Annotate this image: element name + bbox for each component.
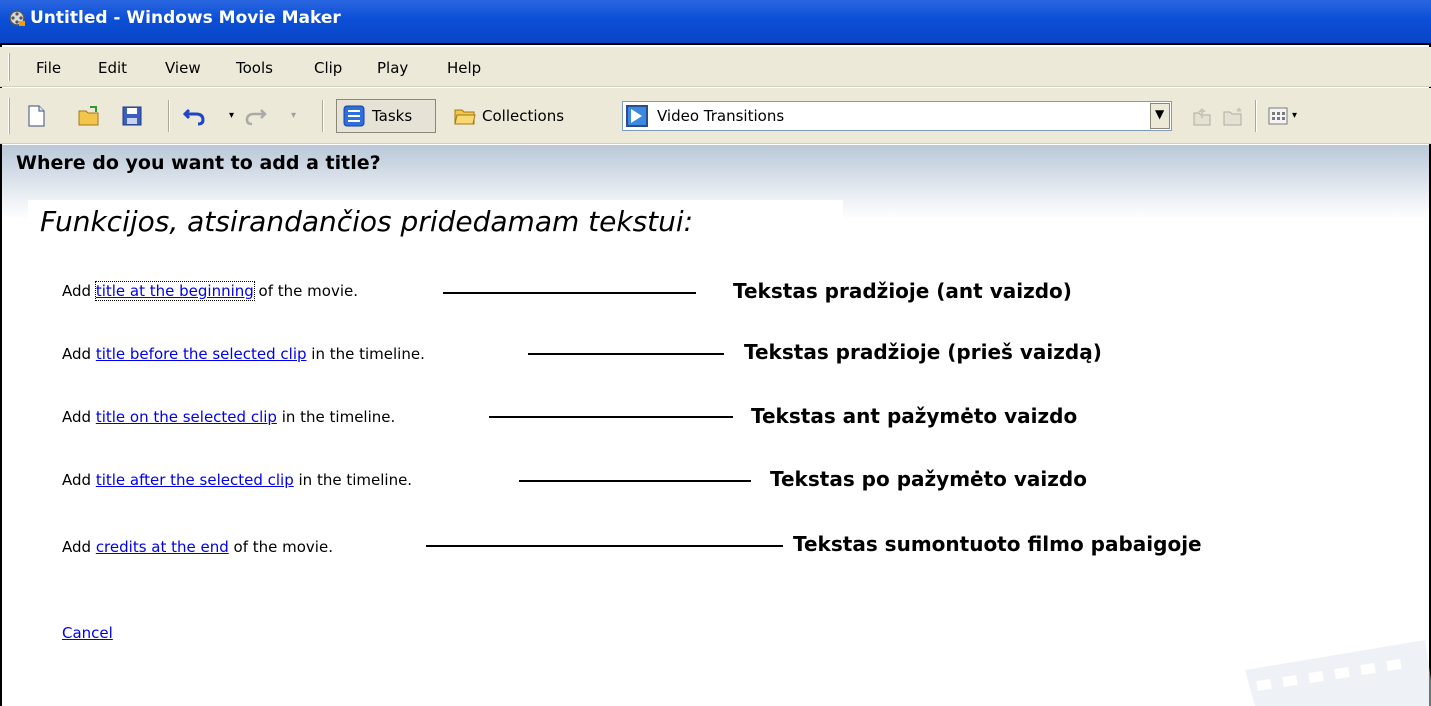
menu-file[interactable]: File: [36, 59, 61, 77]
undo-dropdown-icon[interactable]: ▾: [229, 110, 234, 121]
combo-dropdown-button[interactable]: ▼: [1150, 103, 1170, 129]
views-dropdown-icon[interactable]: ▾: [1292, 110, 1297, 121]
option-row-title-after-clip: Add title after the selected clip in the…: [62, 471, 413, 489]
new-collection-folder-icon: [1223, 107, 1242, 126]
up-one-level-icon: [1193, 108, 1211, 126]
views-icon[interactable]: [1267, 105, 1289, 127]
combo-value: Video Transitions: [657, 107, 785, 125]
collections-combo[interactable]: Video Transitions ▼: [622, 101, 1172, 131]
window-title: Untitled - Windows Movie Maker: [30, 8, 341, 28]
tasks-button[interactable]: Tasks: [336, 99, 436, 133]
menu-edit[interactable]: Edit: [98, 59, 127, 77]
movie-maker-app-icon: [9, 10, 25, 26]
option-row-title-at-beginning: Add title at the beginning of the movie.: [62, 281, 358, 301]
option-row-credits-at-end: Add credits at the end of the movie.: [62, 538, 333, 556]
open-project-icon[interactable]: [78, 105, 100, 127]
menu-grip[interactable]: [8, 53, 10, 81]
cancel-link[interactable]: Cancel: [62, 624, 113, 642]
annotation-1: Tekstas pradžioje (ant vaizdo): [733, 279, 1072, 303]
annotation-5: Tekstas sumontuoto filmo pabaigoje: [793, 532, 1202, 556]
title-after-selected-clip-link[interactable]: title after the selected clip: [96, 471, 294, 489]
title-on-selected-clip-link[interactable]: title on the selected clip: [96, 408, 277, 426]
collections-label[interactable]: Collections: [482, 107, 564, 125]
menu-play[interactable]: Play: [377, 59, 408, 77]
menu-bar: File Edit View Tools Clip Play Help: [0, 47, 1431, 87]
annotation-4: Tekstas po pažymėto vaizdo: [770, 467, 1087, 491]
video-transitions-icon: [626, 105, 648, 127]
redo-icon: [245, 109, 267, 126]
connector-line: [489, 416, 733, 418]
connector-line: [443, 292, 696, 294]
connector-line: [519, 480, 751, 482]
credits-at-end-link[interactable]: credits at the end: [96, 538, 229, 556]
tasks-label: Tasks: [372, 107, 413, 125]
toolbar: ▾ ▾ Tasks Collections Video Transitions …: [0, 88, 1431, 144]
option-row-title-before-clip: Add title before the selected clip in th…: [62, 345, 425, 363]
page-title: Where do you want to add a title?: [16, 152, 381, 174]
chevron-down-icon: ▼: [1155, 107, 1165, 121]
menu-tools[interactable]: Tools: [236, 59, 273, 77]
undo-icon[interactable]: [183, 105, 205, 127]
save-project-icon[interactable]: [121, 105, 143, 127]
collections-folder-icon[interactable]: [454, 105, 476, 127]
connector-line: [426, 545, 783, 547]
menu-help[interactable]: Help: [447, 59, 481, 77]
title-at-beginning-link[interactable]: title at the beginning: [94, 281, 255, 301]
toolbar-separator: [1255, 100, 1257, 132]
tasks-icon: [343, 105, 365, 127]
new-project-icon[interactable]: [25, 105, 47, 127]
toolbar-separator: [322, 100, 324, 132]
title-before-selected-clip-link[interactable]: title before the selected clip: [96, 345, 307, 363]
annotation-3: Tekstas ant pažymėto vaizdo: [751, 404, 1078, 428]
filmstrip-watermark-icon: [1245, 640, 1431, 706]
annotation-2: Tekstas pradžioje (prieš vaizdą): [744, 340, 1102, 364]
toolbar-grip[interactable]: [8, 98, 10, 134]
title-bar: Untitled - Windows Movie Maker: [0, 0, 1431, 45]
connector-line: [528, 353, 724, 355]
menu-clip[interactable]: Clip: [314, 59, 342, 77]
option-row-title-on-clip: Add title on the selected clip in the ti…: [62, 408, 396, 426]
redo-dropdown-icon: ▾: [291, 110, 297, 121]
toolbar-separator: [168, 100, 170, 132]
menu-view[interactable]: View: [165, 59, 201, 77]
annotation-caption: Funkcijos, atsirandančios pridedamam tek…: [40, 205, 694, 238]
